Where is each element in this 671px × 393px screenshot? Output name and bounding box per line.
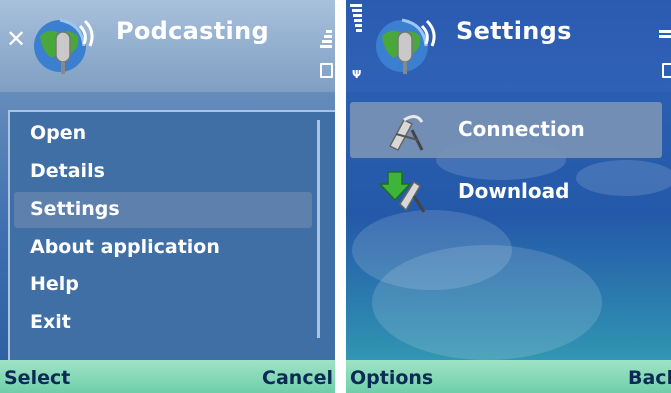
menu-item-help[interactable]: Help xyxy=(30,273,79,295)
menu-item-settings[interactable]: Settings xyxy=(30,198,120,220)
podcast-app-icon xyxy=(376,18,436,74)
battery-level-icon xyxy=(320,28,332,48)
back-softkey[interactable]: Back xyxy=(628,367,671,389)
background-bubble xyxy=(372,245,602,360)
list-item-connection[interactable]: Connection xyxy=(458,117,585,141)
connection-icon xyxy=(388,115,424,151)
settings-screen: Ψ Settings Connection Download Options B… xyxy=(346,0,671,393)
background-bubble xyxy=(576,160,671,196)
menu-item-open[interactable]: Open xyxy=(30,122,86,144)
menu-item-about-application[interactable]: About application xyxy=(30,236,220,258)
page-title: Podcasting xyxy=(116,17,269,45)
options-softkey[interactable]: Options xyxy=(350,367,433,389)
download-icon xyxy=(378,171,426,213)
battery-level-icon xyxy=(659,28,671,38)
menu-item-exit[interactable]: Exit xyxy=(30,311,71,333)
menu-scrollbar[interactable] xyxy=(317,120,320,338)
select-softkey[interactable]: Select xyxy=(4,367,70,389)
cancel-softkey[interactable]: Cancel xyxy=(262,367,333,389)
podcast-app-icon xyxy=(34,18,94,74)
signal-strength-icon xyxy=(350,2,362,32)
close-icon: ✕ xyxy=(6,25,27,53)
podcasting-screen: ✕ Podcasting Open Details Settings About… xyxy=(0,0,335,393)
page-title: Settings xyxy=(456,17,572,45)
list-item-download[interactable]: Download xyxy=(458,179,569,203)
battery-icon xyxy=(662,63,671,78)
antenna-icon: Ψ xyxy=(352,68,362,81)
battery-icon xyxy=(320,63,333,78)
menu-item-details[interactable]: Details xyxy=(30,160,105,182)
